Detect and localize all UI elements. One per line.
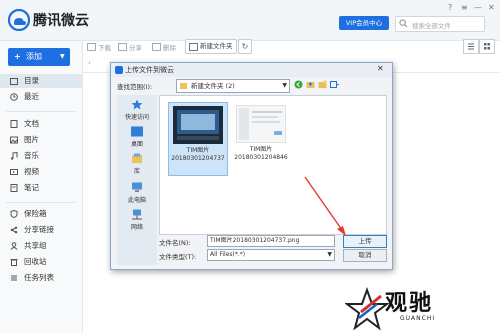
watermark-subtext: GUANCHI [400,315,436,322]
watermark-text: 观驰 [385,291,434,316]
